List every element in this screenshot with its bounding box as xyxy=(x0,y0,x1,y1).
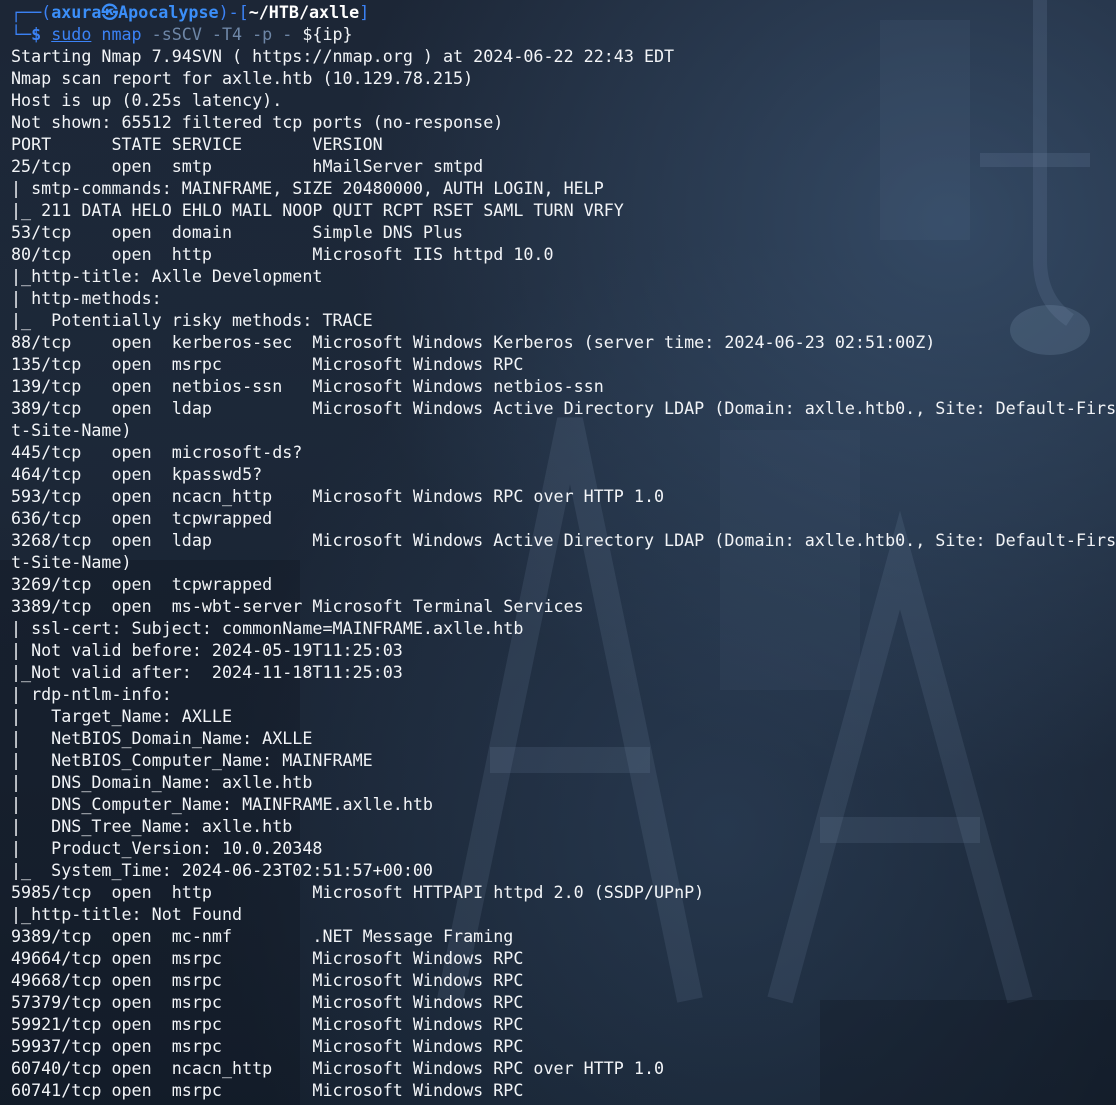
output-line: Nmap scan report for axlle.htb (10.129.7… xyxy=(11,68,474,88)
scan-output: Starting Nmap 7.94SVN ( https://nmap.org… xyxy=(11,45,1116,1101)
output-line: 389/tcp open ldap Microsoft Windows Acti… xyxy=(11,398,1116,418)
output-line: 60741/tcp open msrpc Microsoft Windows R… xyxy=(11,1080,524,1100)
prompt-at-icon: ㉿ xyxy=(101,2,119,22)
prompt-corner-bottom: └─ xyxy=(11,24,32,44)
prompt-bracket-end: ] xyxy=(359,2,370,22)
terminal-window[interactable]: ┌──(axura㉿Apocalypse)-[~/HTB/axlle] └─$ … xyxy=(0,0,1116,1105)
output-line: | DNS_Computer_Name: MAINFRAME.axlle.htb xyxy=(11,794,433,814)
output-line: |_ 211 DATA HELO EHLO MAIL NOOP QUIT RCP… xyxy=(11,200,624,220)
output-line: |_http-title: Not Found xyxy=(11,904,243,924)
output-line: 464/tcp open kpasswd5? xyxy=(11,464,263,484)
output-line: | NetBIOS_Computer_Name: MAINFRAME xyxy=(11,750,373,770)
output-line: 3268/tcp open ldap Microsoft Windows Act… xyxy=(11,530,1116,550)
output-line: | Product_Version: 10.0.20348 xyxy=(11,838,323,858)
output-line: |_ System_Time: 2024-06-23T02:51:57+00:0… xyxy=(11,860,433,880)
prompt-separator: )-[ xyxy=(218,2,249,22)
output-line: 636/tcp open tcpwrapped xyxy=(11,508,273,528)
output-line: 49668/tcp open msrpc Microsoft Windows R… xyxy=(11,970,524,990)
command-program: nmap xyxy=(91,24,142,44)
output-line: | ssl-cert: Subject: commonName=MAINFRAM… xyxy=(11,618,524,638)
output-line: | rdp-ntlm-info: xyxy=(11,684,172,704)
prompt-dollar: $ xyxy=(31,24,52,44)
output-line: 88/tcp open kerberos-sec Microsoft Windo… xyxy=(11,332,936,352)
prompt-host: Apocalypse xyxy=(118,2,219,22)
output-line: t-Site-Name) xyxy=(11,552,132,572)
prompt-line-top: ┌──(axura㉿Apocalypse)-[~/HTB/axlle] xyxy=(11,1,1116,23)
output-line: | Not valid before: 2024-05-19T11:25:03 xyxy=(11,640,403,660)
prompt-line-command[interactable]: └─$ sudo nmap -sSCV -T4 -p - ${ip} xyxy=(11,23,1116,45)
output-line: 59921/tcp open msrpc Microsoft Windows R… xyxy=(11,1014,524,1034)
output-line: | smtp-commands: MAINFRAME, SIZE 2048000… xyxy=(11,178,604,198)
output-line: | Target_Name: AXLLE xyxy=(11,706,233,726)
output-line: | http-methods: xyxy=(11,288,162,308)
output-line: |_http-title: Axlle Development xyxy=(11,266,323,286)
output-line: 80/tcp open http Microsoft IIS httpd 10.… xyxy=(11,244,554,264)
output-line: |_ Potentially risky methods: TRACE xyxy=(11,310,373,330)
output-line: t-Site-Name) xyxy=(11,420,132,440)
output-line: Host is up (0.25s latency). xyxy=(11,90,283,110)
output-line: PORT STATE SERVICE VERSION xyxy=(11,134,383,154)
output-line: 9389/tcp open mc-nmf .NET Message Framin… xyxy=(11,926,514,946)
command-variable-prefix: $ xyxy=(302,24,313,44)
output-line: 25/tcp open smtp hMailServer smtpd xyxy=(11,156,484,176)
output-line: 49664/tcp open msrpc Microsoft Windows R… xyxy=(11,948,524,968)
output-line: 60740/tcp open ncacn_http Microsoft Wind… xyxy=(11,1058,665,1078)
output-line: 53/tcp open domain Simple DNS Plus xyxy=(11,222,464,242)
output-line: |_Not valid after: 2024-11-18T11:25:03 xyxy=(11,662,403,682)
prompt-path: ~/HTB/axlle xyxy=(248,2,360,22)
output-line: 135/tcp open msrpc Microsoft Windows RPC xyxy=(11,354,524,374)
output-line: 57379/tcp open msrpc Microsoft Windows R… xyxy=(11,992,524,1012)
output-line: | DNS_Tree_Name: axlle.htb xyxy=(11,816,293,836)
output-line: | NetBIOS_Domain_Name: AXLLE xyxy=(11,728,313,748)
command-args: -sSCV -T4 -p - xyxy=(141,24,303,44)
output-line: 445/tcp open microsoft-ds? xyxy=(11,442,303,462)
output-line: 139/tcp open netbios-ssn Microsoft Windo… xyxy=(11,376,604,396)
output-line: 593/tcp open ncacn_http Microsoft Window… xyxy=(11,486,665,506)
prompt-corner-top: ┌──( xyxy=(11,2,52,22)
prompt-user: axura xyxy=(51,2,102,22)
command-sudo: sudo xyxy=(51,24,92,44)
output-line: | DNS_Domain_Name: axlle.htb xyxy=(11,772,313,792)
terminal-output: ┌──(axura㉿Apocalypse)-[~/HTB/axlle] └─$ … xyxy=(11,1,1116,1101)
output-line: Starting Nmap 7.94SVN ( https://nmap.org… xyxy=(11,46,675,66)
output-line: 3389/tcp open ms-wbt-server Microsoft Te… xyxy=(11,596,584,616)
command-variable: {ip} xyxy=(312,24,353,44)
output-line: 5985/tcp open http Microsoft HTTPAPI htt… xyxy=(11,882,705,902)
output-line: 59937/tcp open msrpc Microsoft Windows R… xyxy=(11,1036,524,1056)
output-line: 3269/tcp open tcpwrapped xyxy=(11,574,273,594)
output-line: Not shown: 65512 filtered tcp ports (no-… xyxy=(11,112,504,132)
